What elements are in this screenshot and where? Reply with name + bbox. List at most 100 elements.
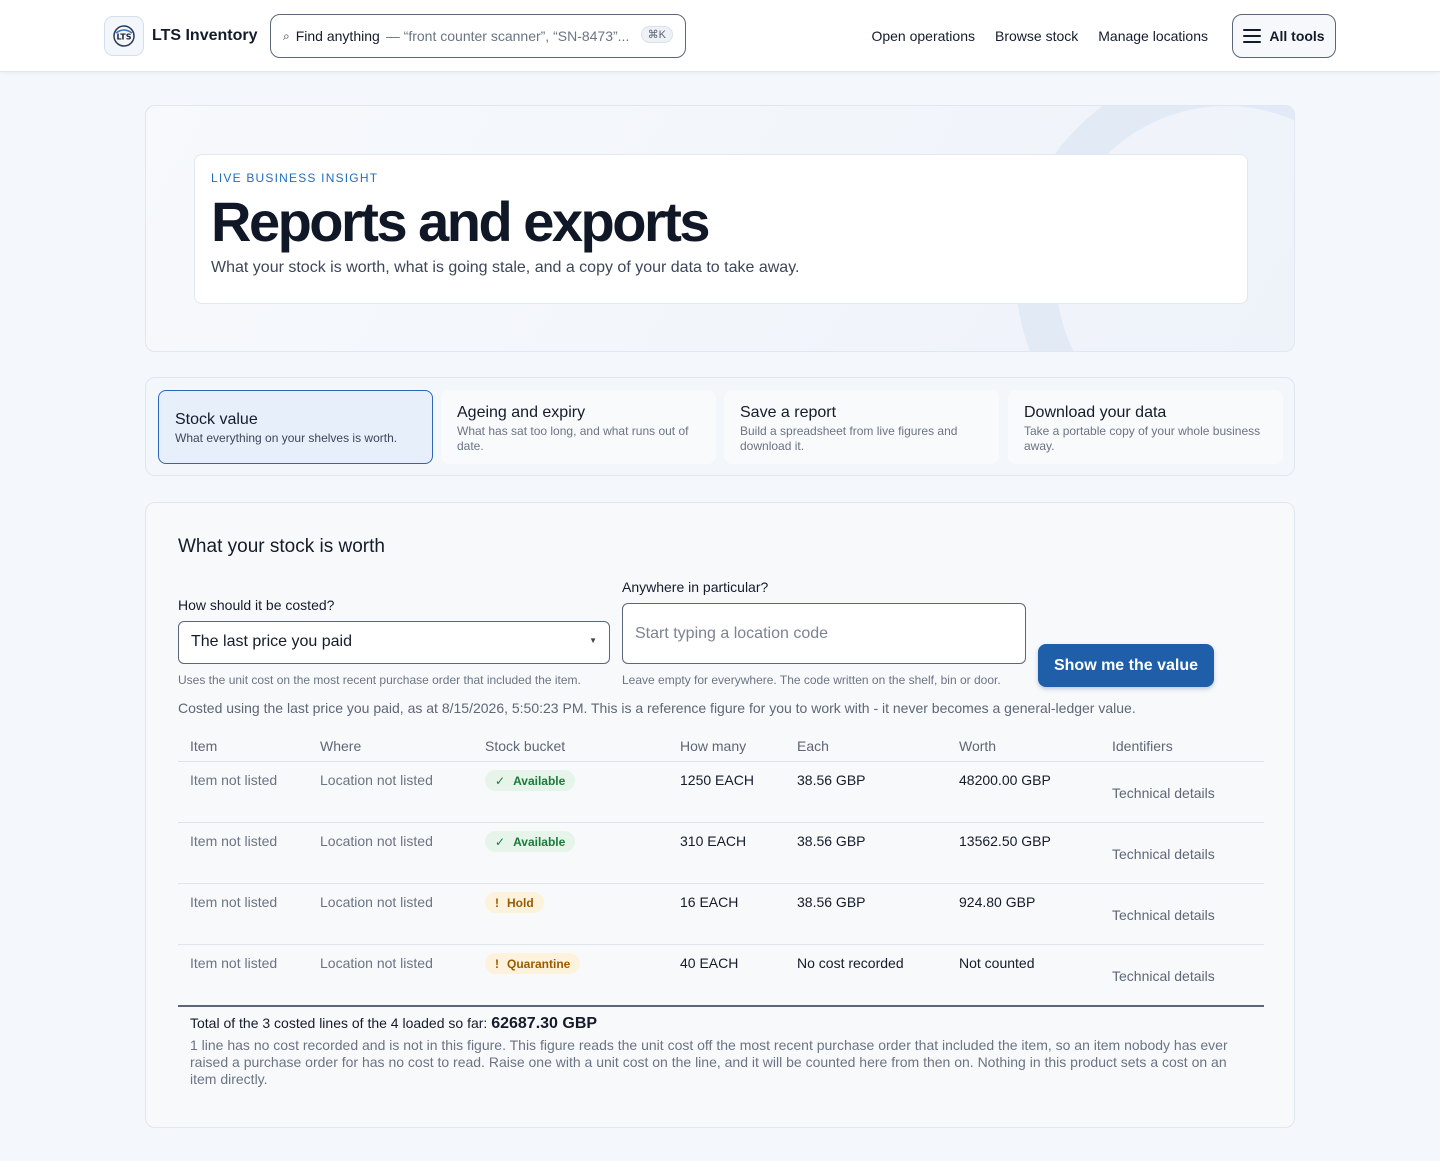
col-how-many: How many <box>680 738 747 754</box>
technical-details-link[interactable]: Technical details <box>1112 968 1215 984</box>
tab-download-data[interactable]: Download your data Take a portable copy … <box>1008 390 1283 464</box>
nav-manage-locations[interactable]: Manage locations <box>1098 28 1208 44</box>
table-row: Item not listed Location not listed ! Qu… <box>178 945 1264 1007</box>
search-hint: — “front counter scanner”, “SN-8473”... <box>385 28 630 44</box>
col-item: Item <box>190 738 218 754</box>
nav-browse-stock[interactable]: Browse stock <box>995 28 1078 44</box>
brand[interactable]: LTS LTS Inventory <box>104 16 258 56</box>
location-cell: Location not listed <box>320 955 433 971</box>
unit-cost-cell: 38.56 GBP <box>797 833 866 849</box>
col-worth: Worth <box>959 738 997 754</box>
item-cell: Item not listed <box>190 955 278 971</box>
item-cell: Item not listed <box>190 894 278 910</box>
nav-open-operations[interactable]: Open operations <box>871 28 975 44</box>
unit-cost-cell: 38.56 GBP <box>797 772 866 788</box>
status-label: Available <box>513 834 566 849</box>
location-label: Anywhere in particular? <box>622 579 769 595</box>
tab-ageing-expiry[interactable]: Ageing and expiry What has sat too long,… <box>441 390 716 464</box>
total-explanation: 1 line has no cost recorded and is not i… <box>190 1037 1228 1087</box>
tab-stock-value[interactable]: Stock value What everything on your shel… <box>158 390 433 464</box>
worth-cell: Not counted <box>959 955 1035 971</box>
quantity-cell: 40 EACH <box>680 955 739 971</box>
tab-title: Save a report <box>740 404 837 421</box>
show-value-button[interactable]: Show me the value <box>1038 644 1214 687</box>
page-title: Reports and exports <box>211 190 711 253</box>
main-nav: Open operations Browse stock Manage loca… <box>871 14 1336 58</box>
total-summary: Total of the 3 costed lines of the 4 loa… <box>190 1015 1250 1088</box>
tab-title: Stock value <box>175 411 258 428</box>
costing-note: Costed using the last price you paid, as… <box>178 700 1136 716</box>
unit-cost-cell: 38.56 GBP <box>797 894 866 910</box>
table-row: Item not listed Location not listed ✓ Av… <box>178 823 1264 884</box>
stock-value-panel: What your stock is worth How should it b… <box>145 502 1295 1128</box>
chevron-down-icon: ▼ <box>589 636 597 645</box>
quantity-cell: 310 EACH <box>680 833 747 849</box>
worth-cell: 48200.00 GBP <box>959 772 1051 788</box>
costing-label: How should it be costed? <box>178 597 335 613</box>
quantity-cell: 16 EACH <box>680 894 739 910</box>
status-badge: ✓ Available <box>485 831 576 852</box>
costing-help: Uses the unit cost on the most recent pu… <box>178 673 581 687</box>
worth-cell: 13562.50 GBP <box>959 833 1051 849</box>
tab-save-report[interactable]: Save a report Build a spreadsheet from l… <box>724 390 999 464</box>
table-header: Item Where Stock bucket How many Each Wo… <box>178 731 1264 762</box>
technical-details-link[interactable]: Technical details <box>1112 785 1215 801</box>
svg-text:LTS: LTS <box>117 33 132 42</box>
warning-icon: ! <box>495 895 499 910</box>
page-subtitle: What your stock is worth, what is going … <box>211 259 800 276</box>
tab-description: What everything on your shelves is worth… <box>175 431 398 445</box>
search-lead: Find anything <box>295 28 380 44</box>
check-icon: ✓ <box>495 834 506 849</box>
top-bar: LTS LTS Inventory ⌕ Find anything — “fro… <box>0 0 1440 72</box>
table-row: Item not listed Location not listed ! Ho… <box>178 884 1264 945</box>
location-cell: Location not listed <box>320 833 433 849</box>
costing-select[interactable]: The last price you paid ▼ <box>178 621 610 664</box>
stock-value-table: Item Where Stock bucket How many Each Wo… <box>178 731 1264 1007</box>
unit-cost-cell: No cost recorded <box>797 955 904 971</box>
status-badge: ✓ Available <box>485 770 576 791</box>
section-title: What your stock is worth <box>178 536 385 557</box>
warning-icon: ! <box>495 956 499 971</box>
report-tabs: Stock value What everything on your shel… <box>145 377 1295 476</box>
total-line: Total of the 3 costed lines of the 4 loa… <box>190 1015 1250 1033</box>
col-identifiers: Identifiers <box>1112 738 1173 754</box>
col-where: Where <box>320 738 362 754</box>
status-badge: ! Quarantine <box>485 953 581 974</box>
item-cell: Item not listed <box>190 772 278 788</box>
tab-description: Take a portable copy of your whole busin… <box>1024 424 1261 453</box>
tab-title: Ageing and expiry <box>457 404 586 421</box>
table-row: Item not listed Location not listed ✓ Av… <box>178 762 1264 823</box>
all-tools-button[interactable]: All tools <box>1232 14 1336 58</box>
location-help: Leave empty for everywhere. The code wri… <box>622 673 1001 687</box>
global-search[interactable]: ⌕ Find anything — “front counter scanner… <box>270 14 686 58</box>
location-cell: Location not listed <box>320 772 433 788</box>
status-label: Hold <box>507 895 534 910</box>
search-icon: ⌕ <box>283 28 290 43</box>
item-cell: Item not listed <box>190 833 278 849</box>
hero-section: LIVE BUSINESS INSIGHT Reports and export… <box>145 105 1295 352</box>
col-each: Each <box>797 738 829 754</box>
status-label: Quarantine <box>507 956 571 971</box>
total-label: Total of the 3 costed lines of the 4 loa… <box>190 1015 488 1031</box>
status-badge: ! Hold <box>485 892 544 913</box>
check-icon: ✓ <box>495 773 506 788</box>
quantity-cell: 1250 EACH <box>680 772 754 788</box>
hero-card: LIVE BUSINESS INSIGHT Reports and export… <box>194 154 1248 304</box>
location-cell: Location not listed <box>320 894 433 910</box>
shortcut-badge: ⌘K <box>640 26 673 43</box>
tab-title: Download your data <box>1024 404 1167 421</box>
costing-select-value: The last price you paid <box>191 633 352 650</box>
location-input[interactable] <box>622 603 1026 664</box>
hero-eyebrow: LIVE BUSINESS INSIGHT <box>211 171 379 185</box>
technical-details-link[interactable]: Technical details <box>1112 907 1215 923</box>
tab-description: Build a spreadsheet from live figures an… <box>740 424 958 453</box>
status-label: Available <box>513 773 566 788</box>
col-stock-bucket: Stock bucket <box>485 738 566 754</box>
tab-description: What has sat too long, and what runs out… <box>457 424 689 453</box>
technical-details-link[interactable]: Technical details <box>1112 846 1215 862</box>
brand-name: LTS Inventory <box>152 27 258 44</box>
menu-icon <box>1243 29 1262 43</box>
worth-cell: 924.80 GBP <box>959 894 1036 910</box>
total-value: 62687.30 GBP <box>491 1015 598 1032</box>
logo-icon: LTS <box>104 16 144 56</box>
